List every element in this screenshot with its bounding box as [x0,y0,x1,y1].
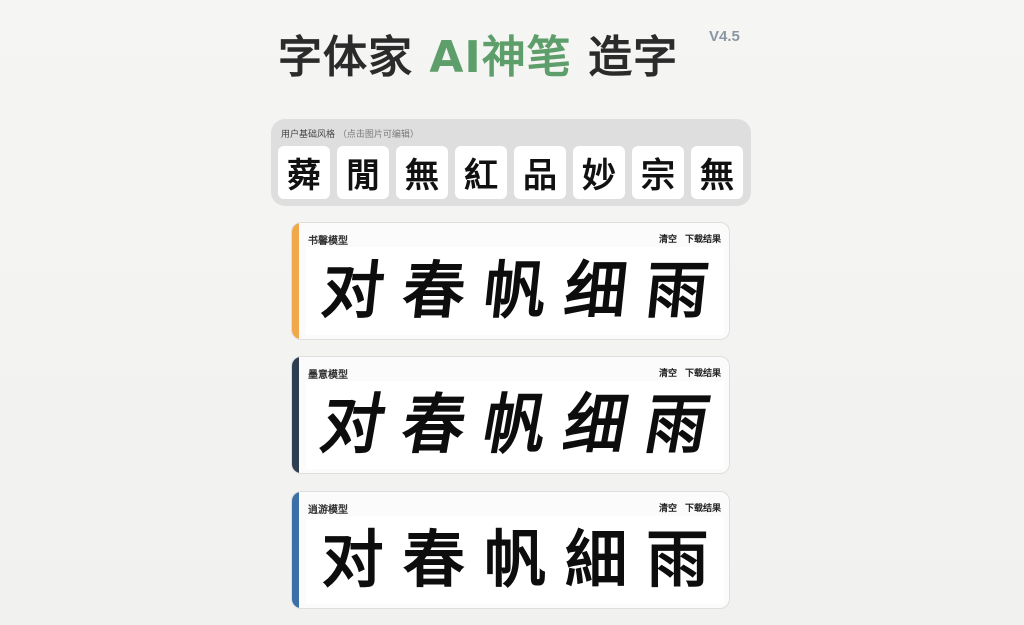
model-actions: 清空 下载结果 [659,501,721,514]
user-style-tile[interactable]: 紅 [455,146,507,199]
model-accent-bar [292,223,299,339]
model-accent-bar [292,357,299,473]
user-style-tile[interactable]: 品 [514,146,566,199]
model-card-shuxin: 书馨模型 清空 下载结果 对 春 帆 细 雨 [291,222,730,340]
output-glyph: 细 [558,386,635,463]
user-style-tile[interactable]: 無 [396,146,448,199]
output-glyph: 对 [314,386,391,463]
model-output: 对 春 帆 细 雨 [306,381,724,469]
page-title: 字体家 AI神笔 造字 [278,26,758,90]
user-style-panel: 用户基础风格 （点击图片可编辑） 蕣 閒 無 紅 品 妙 宗 無 [271,119,751,206]
clear-button[interactable]: 清空 [659,232,677,245]
title-accent: AI神笔 [429,32,572,83]
user-style-tile[interactable]: 閒 [337,146,389,199]
clear-button[interactable]: 清空 [659,366,677,379]
model-name: 逍游模型 [308,505,348,516]
model-name: 墨意模型 [308,370,348,381]
output-glyph: 春 [402,523,465,596]
output-glyph: 帆 [477,386,553,463]
model-card-moyi: 墨意模型 清空 下载结果 对 春 帆 细 雨 [291,356,730,474]
output-glyph: 春 [398,254,469,327]
model-actions: 清空 下载结果 [659,232,721,245]
user-style-hint: （点击图片可编辑） [337,130,419,140]
output-glyph: 细 [561,254,632,327]
title-part2: 造字 [588,32,679,83]
page-header: 字体家 AI神笔 造字 V4.5 [278,26,758,96]
user-style-title: 用户基础风格 [281,130,336,140]
user-style-label: 用户基础风格 （点击图片可编辑） [281,127,419,140]
output-glyph: 雨 [639,386,716,463]
model-output: 对 春 帆 细 雨 [306,247,724,335]
user-style-tile[interactable]: 無 [691,146,743,199]
download-button[interactable]: 下载结果 [685,501,721,514]
version-badge: V4.5 [709,28,740,45]
model-actions: 清空 下载结果 [659,366,721,379]
output-glyph: 雨 [642,254,713,327]
title-part1: 字体家 [278,32,413,83]
user-style-tile[interactable]: 蕣 [278,146,330,199]
user-style-tiles: 蕣 閒 無 紅 品 妙 宗 無 [278,146,746,199]
output-glyph: 春 [396,386,472,463]
model-card-xiaoyou: 逍游模型 清空 下载结果 对 春 帆 細 雨 [291,491,730,609]
download-button[interactable]: 下载结果 [685,232,721,245]
model-output: 对 春 帆 細 雨 [306,516,724,604]
output-glyph: 对 [317,254,388,327]
output-glyph: 对 [321,523,384,596]
download-button[interactable]: 下载结果 [685,366,721,379]
output-glyph: 細 [565,523,628,596]
model-name: 书馨模型 [308,236,348,247]
output-glyph: 帆 [480,254,550,327]
output-glyph: 帆 [483,523,546,596]
clear-button[interactable]: 清空 [659,501,677,514]
output-glyph: 雨 [646,523,709,596]
user-style-tile[interactable]: 宗 [632,146,684,199]
user-style-tile[interactable]: 妙 [573,146,625,199]
model-accent-bar [292,492,299,608]
